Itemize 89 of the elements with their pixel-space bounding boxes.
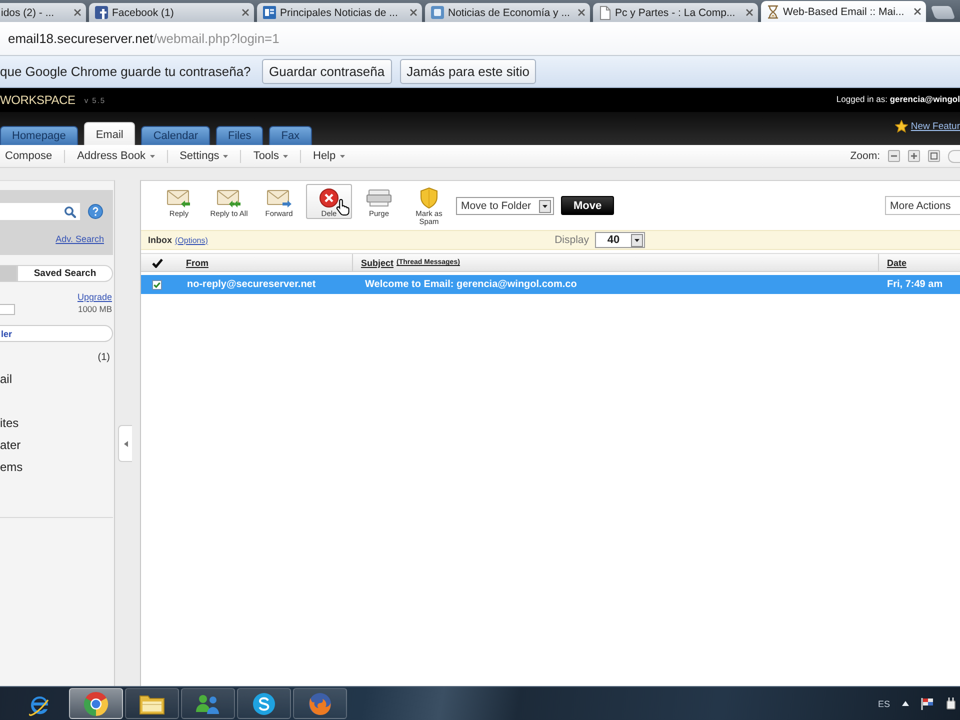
display-label: Display (554, 234, 589, 246)
infobar-button[interactable]: Guardar contraseña (262, 59, 392, 84)
flag-icon[interactable] (921, 697, 934, 710)
options-link[interactable]: (Options) (175, 236, 208, 244)
menu-item[interactable]: Compose (0, 148, 64, 164)
s-logo-icon (252, 692, 276, 716)
square-logo-icon (95, 6, 108, 19)
quota-label: 1000 MB (78, 303, 112, 315)
triangle-left-icon (124, 440, 128, 446)
infobar-message: que Google Chrome guarde tu contraseña? (0, 64, 252, 79)
browser-tab[interactable]: Noticias de Economía y ... (425, 3, 590, 22)
browser-tab[interactable]: Facebook (1) (89, 3, 254, 22)
close-icon[interactable] (746, 9, 753, 16)
plug-icon[interactable] (946, 697, 956, 710)
printer-icon (366, 189, 392, 207)
app-tab[interactable]: Fax (269, 126, 312, 145)
square-logo-icon (431, 6, 444, 19)
folder-title: Inbox (148, 235, 172, 245)
new-features-link[interactable]: New Featur (910, 121, 960, 132)
login-status: Logged in as: gerencia@wingol (836, 94, 960, 104)
move-to-folder-select[interactable]: Move to Folder (456, 197, 554, 215)
star-icon (894, 120, 908, 133)
folder-item[interactable]: ites (0, 412, 114, 434)
new-tab-button[interactable] (930, 6, 956, 19)
column-header[interactable]: Date (879, 254, 960, 271)
display-count-select[interactable]: 40 (595, 232, 645, 248)
browser-tab[interactable]: Pc y Partes - : La Comp... (593, 3, 758, 22)
app-tab[interactable]: Calendar (141, 126, 210, 145)
shield-icon (419, 187, 439, 209)
fox-globe-icon (307, 690, 333, 716)
collapse-handle[interactable] (118, 425, 132, 462)
zoom-out-button[interactable] (888, 150, 900, 162)
hand-cursor-icon (336, 198, 350, 216)
table-cell-text: no-reply@secureserver.net (186, 278, 317, 292)
square-logo-icon (263, 6, 276, 19)
infobar-button[interactable]: Jamás para este sitio (400, 59, 536, 84)
folder-item[interactable]: (1) (0, 346, 114, 368)
unread-count: (1) (98, 352, 110, 362)
zoom-field[interactable] (948, 150, 960, 162)
checkmark-icon[interactable] (152, 258, 162, 268)
close-icon[interactable] (410, 9, 417, 16)
more-actions-select[interactable]: More Actions (885, 196, 960, 215)
taskbar-button[interactable] (237, 688, 291, 719)
envelope-reply-all-icon (216, 188, 242, 208)
search-icon[interactable] (64, 206, 76, 218)
search-tab[interactable]: Saved Search (17, 265, 113, 282)
menu-item[interactable]: Address Book (65, 148, 167, 164)
close-icon[interactable] (914, 8, 921, 15)
checkbox[interactable] (152, 280, 162, 290)
taskbar-button[interactable] (69, 688, 123, 719)
folder-item[interactable]: ems (0, 456, 114, 478)
app-tab[interactable]: Files (216, 126, 264, 145)
search-field[interactable] (0, 203, 80, 220)
folder-button[interactable]: ler (0, 325, 113, 342)
delete-icon (319, 188, 339, 208)
menu-item[interactable]: Settings (168, 148, 240, 164)
brand-logo: WORKSPACE (0, 93, 76, 107)
envelope-reply-icon (166, 188, 192, 208)
page-icon (599, 6, 611, 20)
zoom-reset-button[interactable] (928, 150, 940, 162)
zoom-in-button[interactable] (908, 150, 920, 162)
segmented-circle-icon (83, 690, 109, 716)
folder-item[interactable]: ail (0, 368, 114, 390)
table-cell-text: Fri, 7:49 am (886, 278, 944, 292)
column-header[interactable]: From (173, 254, 353, 271)
browser-tab[interactable]: idos (2) - ... (0, 3, 86, 22)
help-icon[interactable] (88, 204, 103, 219)
table-cell-text: Welcome to Email: gerencia@wingol.com.co (364, 278, 578, 292)
taskbar-button[interactable] (125, 688, 179, 719)
close-icon[interactable] (578, 9, 585, 16)
folder-icon (139, 692, 165, 714)
menu-item[interactable]: Tools (241, 148, 300, 164)
close-icon[interactable] (242, 9, 249, 16)
menu-item[interactable]: Help (301, 148, 357, 164)
browser-tab[interactable]: Web-Based Email :: Mai... (761, 1, 926, 22)
upgrade-link[interactable]: Upgrade (77, 291, 112, 303)
browser-tab[interactable]: Principales Noticias de ... (257, 3, 422, 22)
folder-item[interactable]: ater (0, 434, 114, 456)
language-indicator[interactable]: ES (878, 698, 890, 708)
advanced-search-link[interactable]: Adv. Search (56, 234, 104, 244)
app-tab[interactable]: Email (84, 122, 136, 145)
triangle-up-icon[interactable] (902, 701, 909, 706)
move-button[interactable]: Move (561, 196, 614, 215)
close-icon[interactable] (74, 9, 81, 16)
people-icon (195, 692, 221, 714)
envelope-forward-icon (266, 188, 292, 208)
zoom-label: Zoom: (850, 150, 880, 162)
hourglass-icon (767, 4, 779, 18)
app-tab[interactable]: Homepage (0, 126, 78, 145)
